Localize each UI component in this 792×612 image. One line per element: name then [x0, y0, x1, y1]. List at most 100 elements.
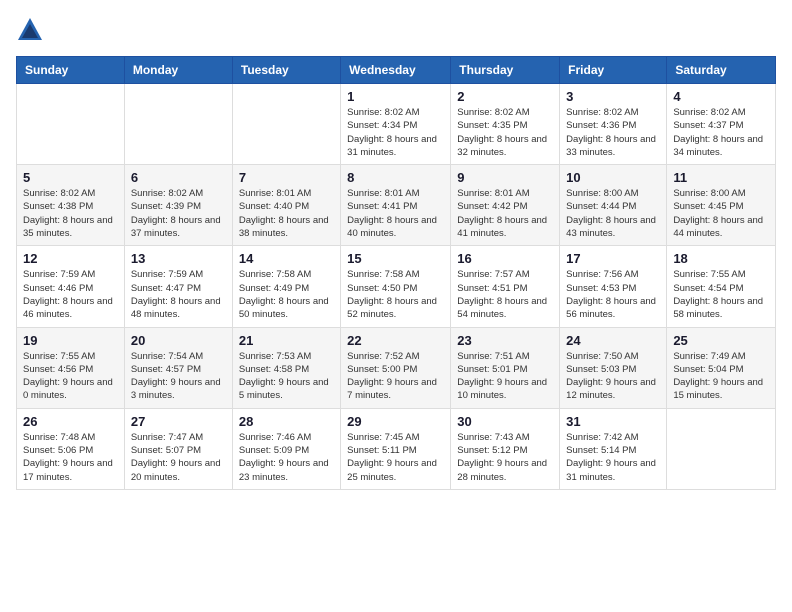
- day-info: Sunrise: 7:45 AMSunset: 5:11 PMDaylight:…: [347, 431, 444, 484]
- day-number: 9: [457, 170, 553, 185]
- calendar-day-cell: [667, 408, 776, 489]
- calendar-day-cell: [232, 84, 340, 165]
- calendar-day-cell: 25 Sunrise: 7:49 AMSunset: 5:04 PMDayligh…: [667, 327, 776, 408]
- calendar-day-cell: 31 Sunrise: 7:42 AMSunset: 5:14 PMDayligh…: [560, 408, 667, 489]
- day-info: Sunrise: 8:00 AMSunset: 4:44 PMDaylight:…: [566, 187, 660, 240]
- logo: [16, 16, 48, 44]
- day-number: 5: [23, 170, 118, 185]
- day-info: Sunrise: 8:00 AMSunset: 4:45 PMDaylight:…: [673, 187, 769, 240]
- calendar-day-cell: 23 Sunrise: 7:51 AMSunset: 5:01 PMDayligh…: [451, 327, 560, 408]
- day-info: Sunrise: 7:52 AMSunset: 5:00 PMDaylight:…: [347, 350, 444, 403]
- calendar-header-row: SundayMondayTuesdayWednesdayThursdayFrid…: [17, 57, 776, 84]
- calendar-day-cell: 13 Sunrise: 7:59 AMSunset: 4:47 PMDayligh…: [124, 246, 232, 327]
- day-number: 16: [457, 251, 553, 266]
- day-number: 6: [131, 170, 226, 185]
- calendar-day-cell: 26Sunrise: 7:48 AMSunset: 5:06 PMDayligh…: [17, 408, 125, 489]
- day-number: 18: [673, 251, 769, 266]
- day-info: Sunrise: 7:51 AMSunset: 5:01 PMDaylight:…: [457, 350, 553, 403]
- day-number: 23: [457, 333, 553, 348]
- calendar-day-cell: 5 Sunrise: 8:02 AMSunset: 4:38 PMDaylight…: [17, 165, 125, 246]
- calendar-day-cell: 29Sunrise: 7:45 AMSunset: 5:11 PMDayligh…: [341, 408, 451, 489]
- day-number: 1: [347, 89, 444, 104]
- calendar-day-cell: 17 Sunrise: 7:56 AMSunset: 4:53 PMDayligh…: [560, 246, 667, 327]
- day-number: 12: [23, 251, 118, 266]
- day-number: 13: [131, 251, 226, 266]
- day-number: 8: [347, 170, 444, 185]
- day-number: 14: [239, 251, 334, 266]
- day-number: 30: [457, 414, 553, 429]
- day-info: Sunrise: 7:55 AMSunset: 4:54 PMDaylight:…: [673, 268, 769, 321]
- calendar-table: SundayMondayTuesdayWednesdayThursdayFrid…: [16, 56, 776, 490]
- calendar-week-row: 12 Sunrise: 7:59 AMSunset: 4:46 PMDayligh…: [17, 246, 776, 327]
- day-number: 15: [347, 251, 444, 266]
- calendar-day-cell: 6 Sunrise: 8:02 AMSunset: 4:39 PMDaylight…: [124, 165, 232, 246]
- weekday-header: Sunday: [17, 57, 125, 84]
- day-number: 11: [673, 170, 769, 185]
- calendar-day-cell: 3 Sunrise: 8:02 AMSunset: 4:36 PMDaylight…: [560, 84, 667, 165]
- calendar-day-cell: 2Sunrise: 8:02 AMSunset: 4:35 PMDaylight…: [451, 84, 560, 165]
- day-number: 17: [566, 251, 660, 266]
- day-info: Sunrise: 7:50 AMSunset: 5:03 PMDaylight:…: [566, 350, 660, 403]
- calendar-week-row: 1 Sunrise: 8:02 AMSunset: 4:34 PMDaylight…: [17, 84, 776, 165]
- weekday-header: Monday: [124, 57, 232, 84]
- calendar-day-cell: [124, 84, 232, 165]
- day-number: 3: [566, 89, 660, 104]
- calendar-day-cell: 27 Sunrise: 7:47 AMSunset: 5:07 PMDayligh…: [124, 408, 232, 489]
- day-number: 19: [23, 333, 118, 348]
- calendar-day-cell: 19Sunrise: 7:55 AMSunset: 4:56 PMDayligh…: [17, 327, 125, 408]
- day-info: Sunrise: 7:59 AMSunset: 4:47 PMDaylight:…: [131, 268, 226, 321]
- day-number: 25: [673, 333, 769, 348]
- day-number: 2: [457, 89, 553, 104]
- page-header: [16, 16, 776, 44]
- calendar-day-cell: 16 Sunrise: 7:57 AMSunset: 4:51 PMDayligh…: [451, 246, 560, 327]
- calendar-day-cell: 22 Sunrise: 7:52 AMSunset: 5:00 PMDayligh…: [341, 327, 451, 408]
- calendar-day-cell: 18 Sunrise: 7:55 AMSunset: 4:54 PMDayligh…: [667, 246, 776, 327]
- weekday-header: Friday: [560, 57, 667, 84]
- day-number: 27: [131, 414, 226, 429]
- day-number: 7: [239, 170, 334, 185]
- calendar-day-cell: 28 Sunrise: 7:46 AMSunset: 5:09 PMDayligh…: [232, 408, 340, 489]
- weekday-header: Tuesday: [232, 57, 340, 84]
- day-number: 20: [131, 333, 226, 348]
- day-info: Sunrise: 7:58 AMSunset: 4:49 PMDaylight:…: [239, 268, 334, 321]
- day-number: 24: [566, 333, 660, 348]
- day-number: 4: [673, 89, 769, 104]
- calendar-day-cell: [17, 84, 125, 165]
- calendar-day-cell: 11 Sunrise: 8:00 AMSunset: 4:45 PMDayligh…: [667, 165, 776, 246]
- day-info: Sunrise: 7:58 AMSunset: 4:50 PMDaylight:…: [347, 268, 444, 321]
- weekday-header: Thursday: [451, 57, 560, 84]
- calendar-day-cell: 20Sunrise: 7:54 AMSunset: 4:57 PMDayligh…: [124, 327, 232, 408]
- day-number: 10: [566, 170, 660, 185]
- calendar-day-cell: 10 Sunrise: 8:00 AMSunset: 4:44 PMDayligh…: [560, 165, 667, 246]
- calendar-day-cell: 15 Sunrise: 7:58 AMSunset: 4:50 PMDayligh…: [341, 246, 451, 327]
- day-number: 22: [347, 333, 444, 348]
- logo-icon: [16, 16, 44, 44]
- day-info: Sunrise: 8:02 AMSunset: 4:37 PMDaylight:…: [673, 106, 769, 159]
- calendar-day-cell: 14 Sunrise: 7:58 AMSunset: 4:49 PMDayligh…: [232, 246, 340, 327]
- day-info: Sunrise: 7:46 AMSunset: 5:09 PMDaylight:…: [239, 431, 334, 484]
- day-number: 31: [566, 414, 660, 429]
- day-info: Sunrise: 7:47 AMSunset: 5:07 PMDaylight:…: [131, 431, 226, 484]
- day-info: Sunrise: 7:43 AMSunset: 5:12 PMDaylight:…: [457, 431, 553, 484]
- day-info: Sunrise: 8:02 AMSunset: 4:39 PMDaylight:…: [131, 187, 226, 240]
- day-info: Sunrise: 7:57 AMSunset: 4:51 PMDaylight:…: [457, 268, 553, 321]
- calendar-day-cell: 24 Sunrise: 7:50 AMSunset: 5:03 PMDayligh…: [560, 327, 667, 408]
- day-number: 26: [23, 414, 118, 429]
- day-info: Sunrise: 7:56 AMSunset: 4:53 PMDaylight:…: [566, 268, 660, 321]
- calendar-week-row: 5 Sunrise: 8:02 AMSunset: 4:38 PMDaylight…: [17, 165, 776, 246]
- calendar-day-cell: 12 Sunrise: 7:59 AMSunset: 4:46 PMDayligh…: [17, 246, 125, 327]
- calendar-day-cell: 30 Sunrise: 7:43 AMSunset: 5:12 PMDayligh…: [451, 408, 560, 489]
- day-info: Sunrise: 7:42 AMSunset: 5:14 PMDaylight:…: [566, 431, 660, 484]
- day-info: Sunrise: 8:02 AMSunset: 4:36 PMDaylight:…: [566, 106, 660, 159]
- calendar-day-cell: 21Sunrise: 7:53 AMSunset: 4:58 PMDayligh…: [232, 327, 340, 408]
- day-number: 28: [239, 414, 334, 429]
- day-info: Sunrise: 8:02 AMSunset: 4:38 PMDaylight:…: [23, 187, 118, 240]
- day-info: Sunrise: 7:59 AMSunset: 4:46 PMDaylight:…: [23, 268, 118, 321]
- calendar-day-cell: 1 Sunrise: 8:02 AMSunset: 4:34 PMDaylight…: [341, 84, 451, 165]
- day-info: Sunrise: 7:49 AMSunset: 5:04 PMDaylight:…: [673, 350, 769, 403]
- weekday-header: Saturday: [667, 57, 776, 84]
- calendar-day-cell: 4 Sunrise: 8:02 AMSunset: 4:37 PMDaylight…: [667, 84, 776, 165]
- day-info: Sunrise: 8:01 AMSunset: 4:42 PMDaylight:…: [457, 187, 553, 240]
- day-info: Sunrise: 8:02 AMSunset: 4:34 PMDaylight:…: [347, 106, 444, 159]
- weekday-header: Wednesday: [341, 57, 451, 84]
